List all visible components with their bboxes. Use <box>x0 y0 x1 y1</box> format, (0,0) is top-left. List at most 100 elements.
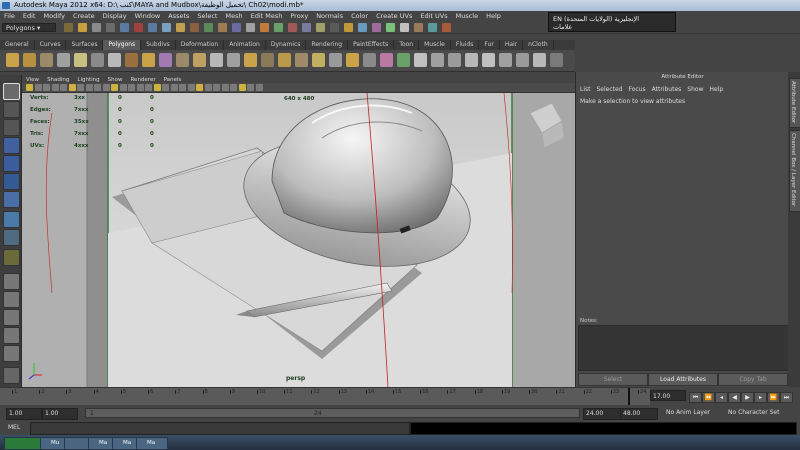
time-slider[interactable]: 1 2 3 4 5 6 7 8 9 10 11 12 13 14 15 16 17 18 19 20 21 22 23 24 <box>0 387 650 405</box>
select-tool-icon[interactable] <box>3 83 20 100</box>
shelf-tool-icon[interactable] <box>6 53 19 67</box>
shelf-tab-muscle[interactable]: Muscle <box>419 40 451 50</box>
status-line-icon[interactable] <box>358 23 367 32</box>
perspective-viewport[interactable]: Verts: 3xx 0 0 Edges: 7xxx 0 0 Faces: 35xx 0 0 Tris:… <box>22 93 575 387</box>
rotate-tool-icon[interactable] <box>3 155 20 172</box>
range-slider[interactable]: 1 24 <box>85 408 580 418</box>
shelf-tool-icon[interactable] <box>193 53 206 67</box>
attribute-menu-show[interactable]: Show <box>687 86 703 93</box>
shelf-tool-icon[interactable] <box>295 53 308 67</box>
menu-help[interactable]: Help <box>482 11 505 22</box>
status-line-icon[interactable] <box>232 23 241 32</box>
status-line-icon[interactable] <box>204 23 213 32</box>
select-button[interactable]: Select <box>578 373 648 386</box>
shelf-tab-painteffects[interactable]: PaintEffects <box>348 40 395 50</box>
lasso-tool-icon[interactable] <box>3 101 20 118</box>
last-tool-icon[interactable] <box>3 249 20 266</box>
copy-tab-button[interactable]: Copy Tab <box>718 373 788 386</box>
universal-manipulator-icon[interactable] <box>3 191 20 208</box>
shelf-tool-icon[interactable] <box>482 53 495 67</box>
status-line-icon[interactable] <box>330 23 339 32</box>
playback-end-field[interactable]: 24.00 <box>583 408 621 420</box>
menu-color[interactable]: Color <box>347 11 372 22</box>
shelf-tool-icon[interactable] <box>550 53 563 67</box>
shelf-tool-icon[interactable] <box>40 53 53 67</box>
panel-toolbar-icon[interactable] <box>247 84 254 91</box>
panel-toolbar-icon[interactable] <box>128 84 135 91</box>
menu-assets[interactable]: Assets <box>164 11 193 22</box>
menu-muscle[interactable]: Muscle <box>452 11 483 22</box>
status-line-icon[interactable] <box>288 23 297 32</box>
notes-textarea[interactable] <box>578 325 789 371</box>
status-line-icon[interactable] <box>64 23 73 32</box>
persp-graph-layout-icon[interactable] <box>3 345 20 362</box>
menu-set-selector[interactable]: Polygons ▾ <box>2 23 56 32</box>
status-line-icon[interactable] <box>260 23 269 32</box>
attribute-menu-list[interactable]: List <box>580 86 591 93</box>
status-line-icon[interactable] <box>106 23 115 32</box>
menu-edit[interactable]: Edit <box>19 11 40 22</box>
anim-layer-selector[interactable]: No Anim Layer <box>664 408 722 418</box>
play-backwards-button[interactable]: ◀ <box>728 392 741 403</box>
shelf-tool-icon[interactable] <box>278 53 291 67</box>
status-line-icon[interactable] <box>442 23 451 32</box>
menu-select[interactable]: Select <box>193 11 221 22</box>
panel-toolbar-icon[interactable] <box>221 84 229 91</box>
panel-toolbar-icon[interactable] <box>145 84 152 91</box>
shelf-tool-icon[interactable] <box>414 53 427 67</box>
attribute-menu-selected[interactable]: Selected <box>597 86 623 93</box>
shelf-tool-icon[interactable] <box>329 53 342 67</box>
status-line-icon[interactable] <box>344 23 353 32</box>
menu-create[interactable]: Create <box>69 11 99 22</box>
single-pane-layout-icon[interactable] <box>3 273 20 290</box>
panel-toolbar-icon[interactable] <box>51 84 59 91</box>
shelf-tab-hair[interactable]: Hair <box>500 40 524 50</box>
menu-proxy[interactable]: Proxy <box>286 11 312 22</box>
menu-modify[interactable]: Modify <box>39 11 69 22</box>
shelf-tool-icon[interactable] <box>244 53 257 67</box>
side-by-side-layout-icon[interactable] <box>3 309 20 326</box>
shelf-tool-icon[interactable] <box>363 53 376 67</box>
panel-toolbar-icon[interactable] <box>238 84 246 91</box>
shelf-tool-icon[interactable] <box>499 53 512 67</box>
shelf-tab-rendering[interactable]: Rendering <box>306 40 349 50</box>
soft-mod-tool-icon[interactable] <box>3 211 20 228</box>
four-pane-layout-icon[interactable] <box>3 291 20 308</box>
panel-toolbar-icon[interactable] <box>196 84 203 91</box>
shelf-tab-polygons[interactable]: Polygons <box>103 40 142 50</box>
attribute-menu-help[interactable]: Help <box>709 86 723 93</box>
shelf-tool-icon[interactable] <box>108 53 121 67</box>
shelf-tool-icon[interactable] <box>74 53 87 67</box>
status-line-icon[interactable] <box>190 23 199 32</box>
step-back-key-button[interactable]: ⏪ <box>702 392 715 403</box>
animation-end-field[interactable]: 48.00 <box>620 408 658 420</box>
status-line-icon[interactable] <box>400 23 409 32</box>
current-time-marker[interactable] <box>628 388 630 405</box>
panel-toolbar-icon[interactable] <box>170 84 178 91</box>
channel-box-tab[interactable]: Channel Box / Layer Editor <box>789 130 800 212</box>
panel-toolbar-icon[interactable] <box>136 84 144 91</box>
status-line-icon[interactable] <box>134 23 143 32</box>
panel-toolbar-icon[interactable] <box>162 84 169 91</box>
shelf-tool-icon[interactable] <box>448 53 461 67</box>
status-line-icon[interactable] <box>148 23 157 32</box>
shelf-tool-icon[interactable] <box>176 53 189 67</box>
move-tool-icon[interactable] <box>3 137 20 154</box>
panel-toolbar-icon[interactable] <box>230 84 237 91</box>
shelf-tool-icon[interactable] <box>142 53 155 67</box>
go-to-start-button[interactable]: ⏮ <box>689 392 702 403</box>
status-line-icon[interactable] <box>218 23 227 32</box>
load-attributes-button[interactable]: Load Attributes <box>648 373 718 386</box>
panel-toolbar-icon[interactable] <box>204 84 212 91</box>
panel-toolbar-icon[interactable] <box>187 84 195 91</box>
shelf-tool-icon[interactable] <box>210 53 223 67</box>
status-line-icon[interactable] <box>372 23 381 32</box>
menu-window[interactable]: Window <box>131 11 165 22</box>
attribute-menu-attributes[interactable]: Attributes <box>652 86 682 93</box>
shelf-tool-icon[interactable] <box>516 53 529 67</box>
menu-edit-uvs[interactable]: Edit UVs <box>416 11 451 22</box>
attribute-editor-tab[interactable]: Attribute Editor <box>789 78 800 128</box>
panel-toolbar-icon[interactable] <box>255 84 263 91</box>
outliner-icon[interactable] <box>3 367 20 384</box>
shelf-tab-dynamics[interactable]: Dynamics <box>266 40 307 50</box>
